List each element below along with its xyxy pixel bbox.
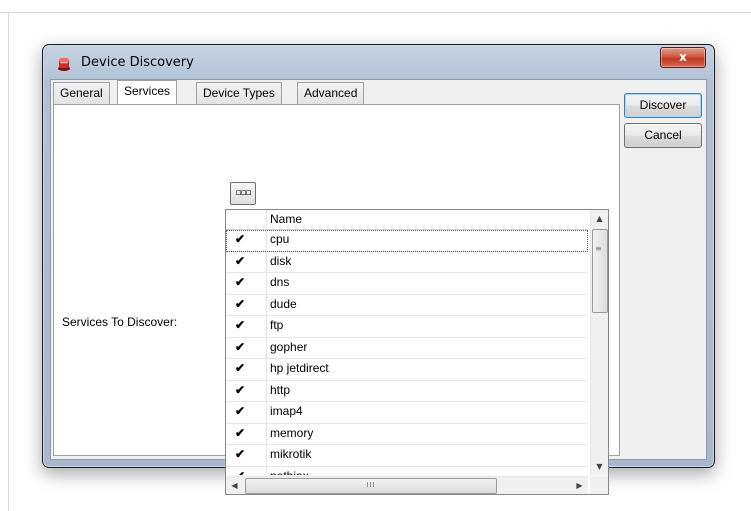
dialog-client-area: General Services Device Types Advanced S…: [50, 79, 707, 495]
scroll-grip-icon: ≡: [595, 244, 602, 253]
checkmark-icon[interactable]: ✔: [235, 467, 249, 476]
list-item[interactable]: ✔ mikrotik: [226, 445, 588, 467]
list-item[interactable]: ✔ dns: [226, 273, 588, 295]
column-divider: [266, 423, 267, 444]
title-bar[interactable]: Device Discovery x: [43, 45, 714, 79]
list-item[interactable]: ✔ gopher: [226, 337, 588, 359]
list-item[interactable]: ✔ nethiax: [226, 466, 588, 476]
list-item[interactable]: ✔ dude: [226, 294, 588, 316]
scrollbar-corner: [590, 476, 608, 494]
tab-advanced[interactable]: Advanced: [297, 82, 365, 104]
service-name: http: [270, 382, 291, 397]
service-name: memory: [270, 425, 314, 440]
services-to-discover-label: Services To Discover:: [62, 315, 178, 329]
name-column-header[interactable]: Name: [270, 212, 302, 226]
column-divider: [266, 466, 267, 475]
vertical-scrollbar[interactable]: ▲ ≡ ▼: [590, 210, 608, 475]
column-divider: [266, 230, 267, 251]
scroll-right-arrow-icon[interactable]: ▶: [571, 477, 588, 494]
list-item[interactable]: ✔ http: [226, 380, 588, 402]
checkmark-icon[interactable]: ✔: [235, 445, 249, 464]
checkmark-icon[interactable]: ✔: [235, 359, 249, 378]
service-name: mikrotik: [270, 447, 312, 461]
list-item[interactable]: ✔ memory: [226, 423, 588, 445]
column-divider: [266, 316, 267, 337]
list-item[interactable]: ✔ ftp: [226, 316, 588, 338]
column-divider: [266, 294, 267, 315]
column-divider: [266, 273, 267, 294]
list-rows: ✔ cpu ✔ disk ✔ dns ✔ dude ✔ ftp ✔ gopher ✔ hp jetdire…: [226, 230, 588, 475]
tab-general[interactable]: General: [53, 82, 110, 104]
scroll-down-arrow-icon[interactable]: ▼: [591, 458, 608, 475]
column-divider: [266, 445, 267, 466]
scroll-up-arrow-icon[interactable]: ▲: [591, 210, 608, 227]
column-divider: [266, 402, 267, 423]
service-name: ftp: [270, 318, 284, 332]
discover-button[interactable]: Discover: [624, 93, 702, 118]
page-frame-left: [8, 12, 9, 511]
horizontal-scroll-thumb[interactable]: III: [245, 478, 497, 494]
checkmark-icon[interactable]: ✔: [235, 273, 249, 292]
service-name: disk: [270, 253, 292, 268]
window-title: Device Discovery: [81, 55, 194, 70]
cancel-button[interactable]: Cancel: [624, 123, 702, 148]
column-divider: [266, 380, 267, 401]
column-divider: [266, 337, 267, 358]
checkmark-icon[interactable]: ✔: [235, 381, 249, 400]
vertical-scroll-thumb[interactable]: [592, 229, 608, 313]
checkmark-icon[interactable]: ✔: [235, 424, 249, 443]
check-column-header[interactable]: [226, 210, 267, 229]
list-header: Name: [226, 210, 588, 230]
list-item[interactable]: ✔ hp jetdirect: [226, 359, 588, 381]
checkmark-icon[interactable]: ✔: [235, 230, 249, 249]
device-discovery-window: Device Discovery x General Services Devi…: [42, 44, 715, 495]
checkmark-icon[interactable]: ✔: [235, 338, 249, 357]
checkmark-icon[interactable]: ✔: [235, 316, 249, 335]
tab-services[interactable]: Services: [117, 80, 178, 104]
service-name: hp jetdirect: [270, 361, 329, 375]
more-options-button[interactable]: ▫▫▫: [230, 182, 256, 205]
service-name: cpu: [270, 232, 290, 246]
list-item[interactable]: ✔ disk: [226, 251, 588, 273]
device-discovery-app-icon: [56, 56, 72, 72]
scroll-left-arrow-icon[interactable]: ◀: [226, 477, 243, 494]
services-list[interactable]: Name ✔ cpu ✔ disk ✔ dns ✔ dude ✔ ftp ✔ gopher ✔ hp je…: [225, 209, 609, 495]
tab-device-types[interactable]: Device Types: [196, 82, 282, 104]
service-name: imap4: [270, 404, 303, 418]
service-name: dns: [270, 275, 290, 289]
close-button[interactable]: x: [660, 47, 706, 68]
checkmark-icon[interactable]: ✔: [235, 295, 249, 314]
checkmark-icon[interactable]: ✔: [235, 402, 249, 421]
service-name: dude: [270, 296, 297, 311]
column-divider: [266, 251, 267, 272]
service-name: gopher: [270, 339, 308, 354]
list-item[interactable]: ✔ imap4: [226, 402, 588, 424]
list-item[interactable]: ✔ cpu: [226, 230, 588, 252]
horizontal-scrollbar[interactable]: ◀ III ▶: [226, 476, 588, 494]
checkmark-icon[interactable]: ✔: [235, 252, 249, 271]
page-frame-top: [0, 12, 751, 13]
service-name: nethiax: [270, 467, 309, 476]
column-divider: [266, 359, 267, 380]
